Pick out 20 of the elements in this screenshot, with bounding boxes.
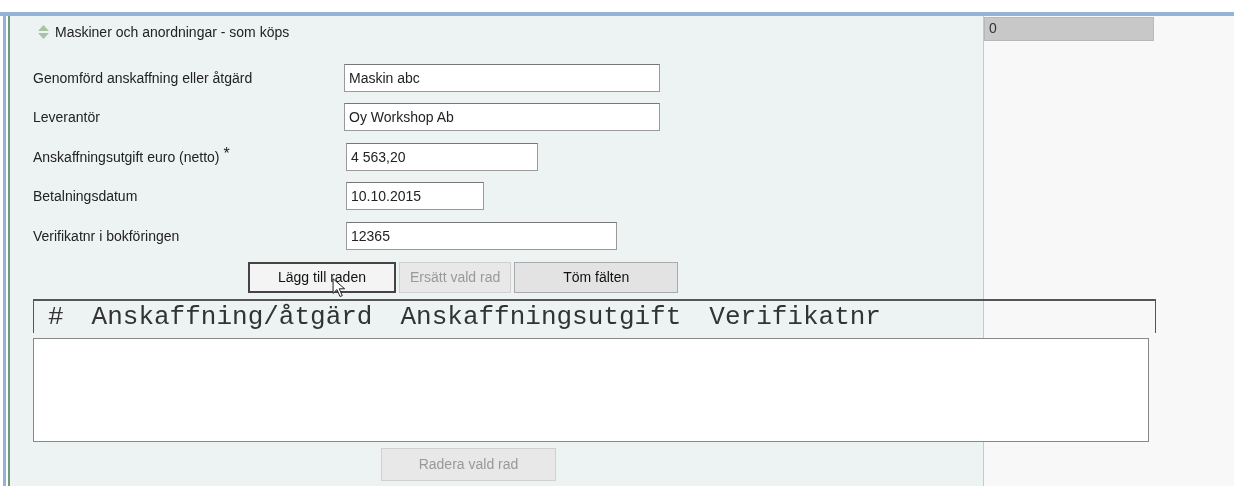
column-header: Verifikatnr bbox=[709, 301, 881, 332]
field-label: Genomförd anskaffning eller åtgärd bbox=[33, 69, 253, 86]
input-field[interactable]: 10.10.2015 bbox=[346, 182, 484, 211]
input-field[interactable]: Oy Workshop Ab bbox=[344, 103, 660, 132]
required-mark: * bbox=[223, 148, 230, 159]
input-field[interactable]: 4 563,20 bbox=[346, 142, 538, 171]
input-field[interactable]: Maskin abc bbox=[344, 63, 660, 92]
list-box[interactable] bbox=[33, 337, 1149, 442]
column-header: # bbox=[48, 301, 64, 332]
input-field[interactable]: 12365 bbox=[346, 221, 617, 250]
field-label: Leverantör bbox=[33, 109, 100, 126]
readonly-field: 0 bbox=[984, 17, 1154, 41]
field-label: Betalningsdatum bbox=[33, 188, 138, 205]
section-title: Maskiner och anordningar - som köps bbox=[55, 24, 290, 40]
form-button[interactable]: Lägg till raden bbox=[248, 261, 396, 293]
column-header: Anskaffningsutgift bbox=[400, 301, 682, 332]
column-header: Anskaffning/åtgärd bbox=[91, 301, 373, 332]
field-label: Verifikatnr i bokföringen bbox=[33, 227, 180, 244]
field-label: Anskaffningsutgift euro (netto) bbox=[33, 148, 220, 165]
form-button[interactable]: Töm fälten bbox=[514, 261, 679, 293]
